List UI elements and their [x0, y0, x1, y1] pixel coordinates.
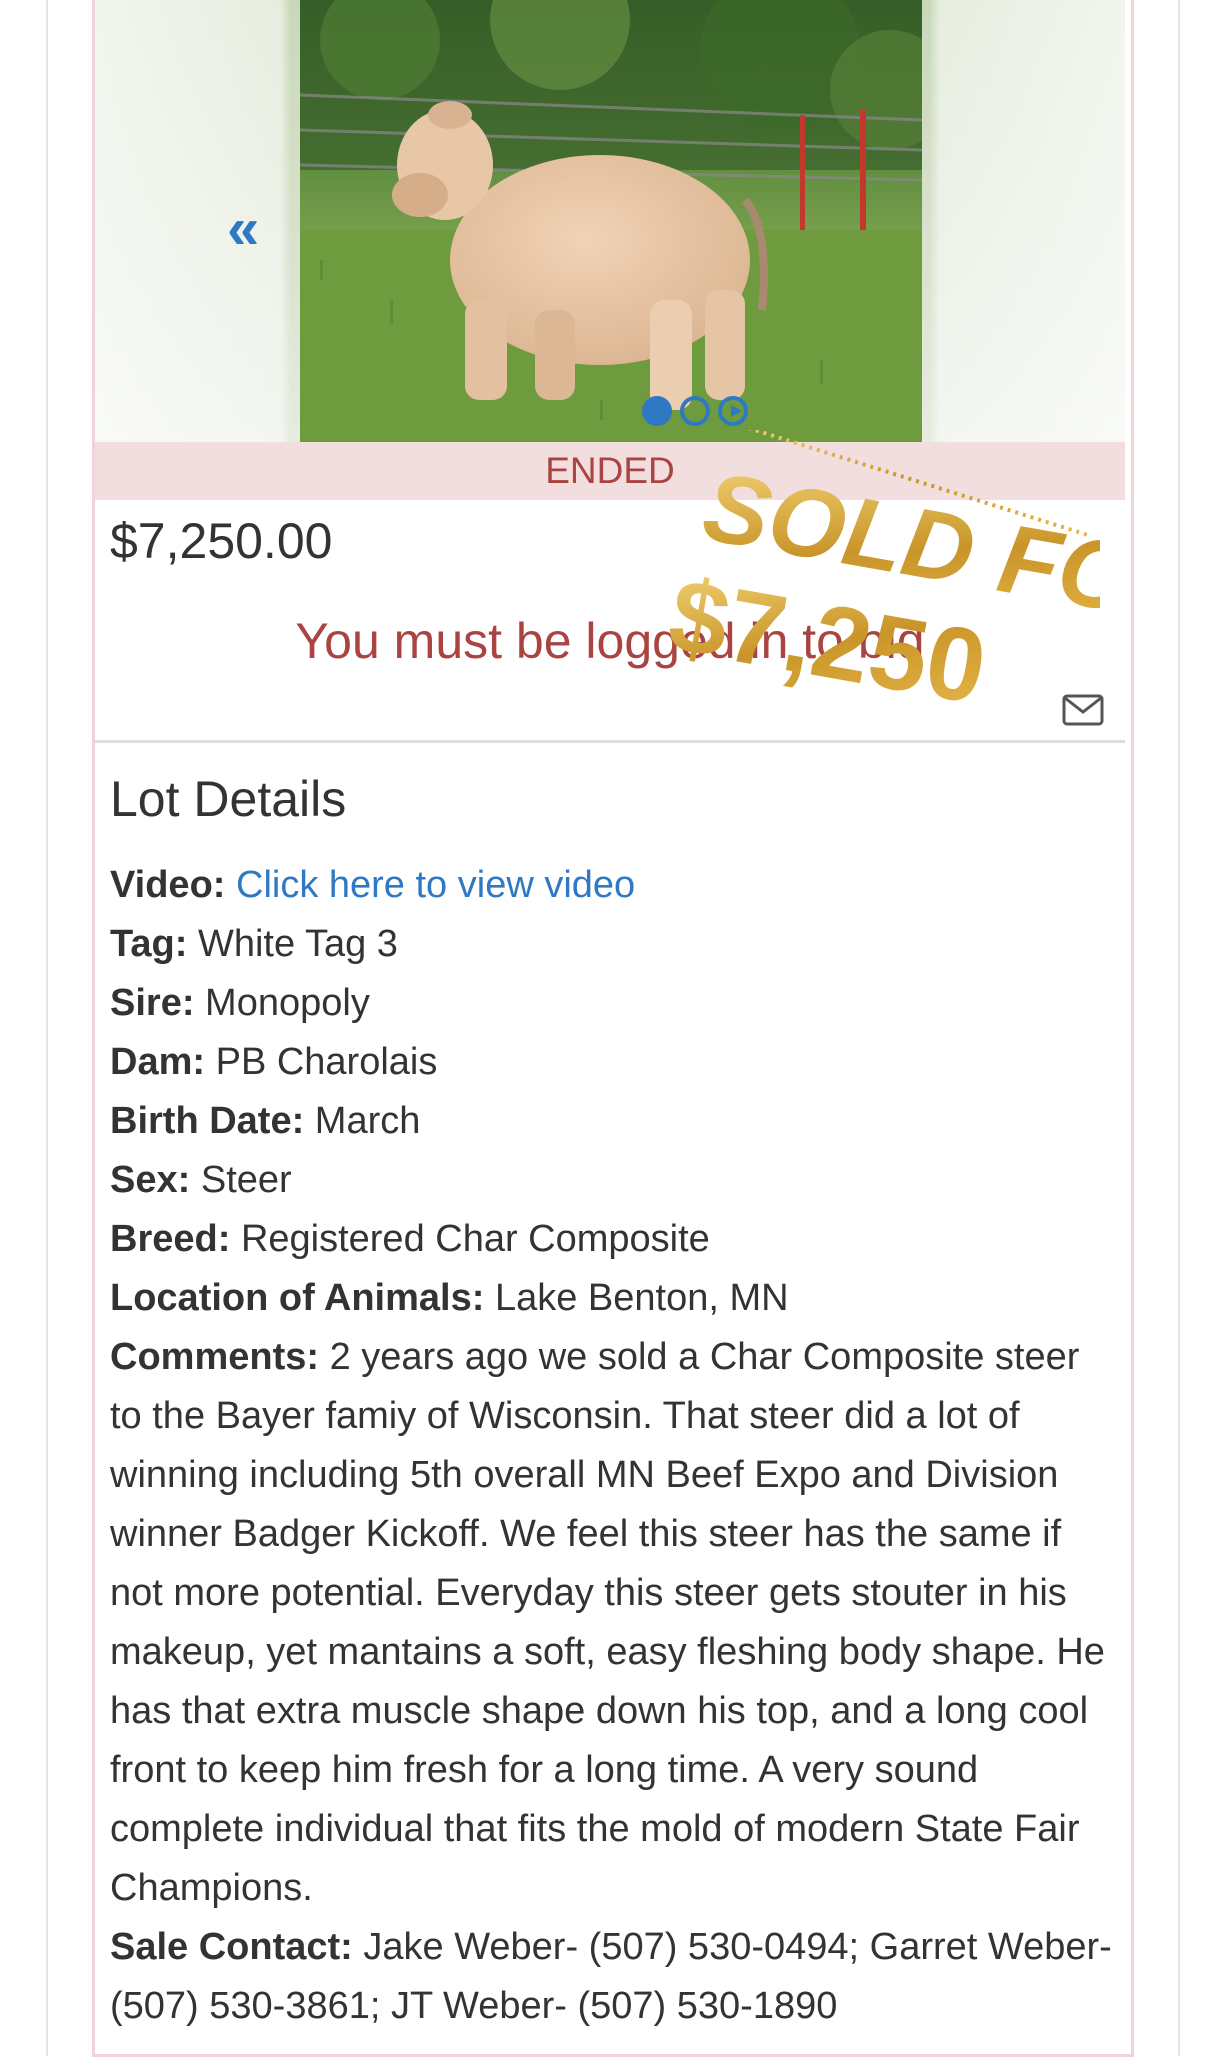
location-label: Location of Animals:	[110, 1277, 485, 1319]
detail-row-dam: Dam: PB Charolais	[110, 1033, 1120, 1092]
breed-label: Breed:	[110, 1218, 231, 1260]
sex-value: Steer	[200, 1159, 292, 1201]
lot-photo[interactable]	[300, 0, 922, 442]
detail-row-breed: Breed: Registered Char Composite	[110, 1210, 1120, 1269]
detail-row-comments: Comments: 2 years ago we sold a Char Com…	[110, 1328, 1120, 1918]
detail-row-tag: Tag: White Tag 3	[110, 915, 1120, 974]
detail-row-location: Location of Animals: Lake Benton, MN	[110, 1269, 1120, 1328]
lot-details: Video: Click here to view video Tag: Whi…	[110, 856, 1120, 2036]
detail-row-sire: Sire: Monopoly	[110, 974, 1120, 1033]
location-value: Lake Benton, MN	[494, 1277, 789, 1319]
lot-price: $7,250.00	[110, 513, 333, 569]
image-gallery[interactable]: « »	[95, 0, 1125, 442]
carousel-video-dot[interactable]	[718, 396, 748, 426]
tag-label: Tag:	[110, 923, 188, 965]
birth-date-value: March	[314, 1100, 421, 1142]
sale-contact-label: Sale Contact:	[110, 1926, 353, 1968]
detail-row-sale-contact: Sale Contact: Jake Weber- (507) 530-0494…	[110, 1918, 1120, 2036]
detail-row-sex: Sex: Steer	[110, 1151, 1120, 1210]
view-video-link[interactable]: Click here to view video	[236, 864, 635, 906]
carousel-dot-2[interactable]	[680, 396, 710, 426]
sex-label: Sex:	[110, 1159, 191, 1201]
breed-value: Registered Char Composite	[240, 1218, 710, 1260]
steer-photo	[300, 0, 922, 442]
dam-label: Dam:	[110, 1041, 206, 1083]
tag-value: White Tag 3	[197, 923, 398, 965]
detail-row-birth-date: Birth Date: March	[110, 1092, 1120, 1151]
dam-value: PB Charolais	[215, 1041, 438, 1083]
section-divider	[95, 740, 1125, 743]
birth-date-label: Birth Date:	[110, 1100, 305, 1142]
lot-details-heading: Lot Details	[110, 771, 347, 827]
carousel-indicators	[642, 396, 748, 426]
carousel-dot-1[interactable]	[642, 396, 672, 426]
video-label: Video:	[110, 864, 226, 906]
sire-value: Monopoly	[205, 982, 370, 1024]
status-label: ENDED	[545, 450, 675, 491]
sold-stamp: SOLD FOR $7,250	[661, 430, 1100, 727]
comments-label: Comments:	[110, 1336, 320, 1378]
chevron-double-left-icon[interactable]: «	[227, 200, 259, 258]
sire-label: Sire:	[110, 982, 195, 1024]
detail-row-video: Video: Click here to view video	[110, 856, 1120, 915]
comments-value: 2 years ago we sold a Char Composite ste…	[110, 1336, 1105, 1909]
